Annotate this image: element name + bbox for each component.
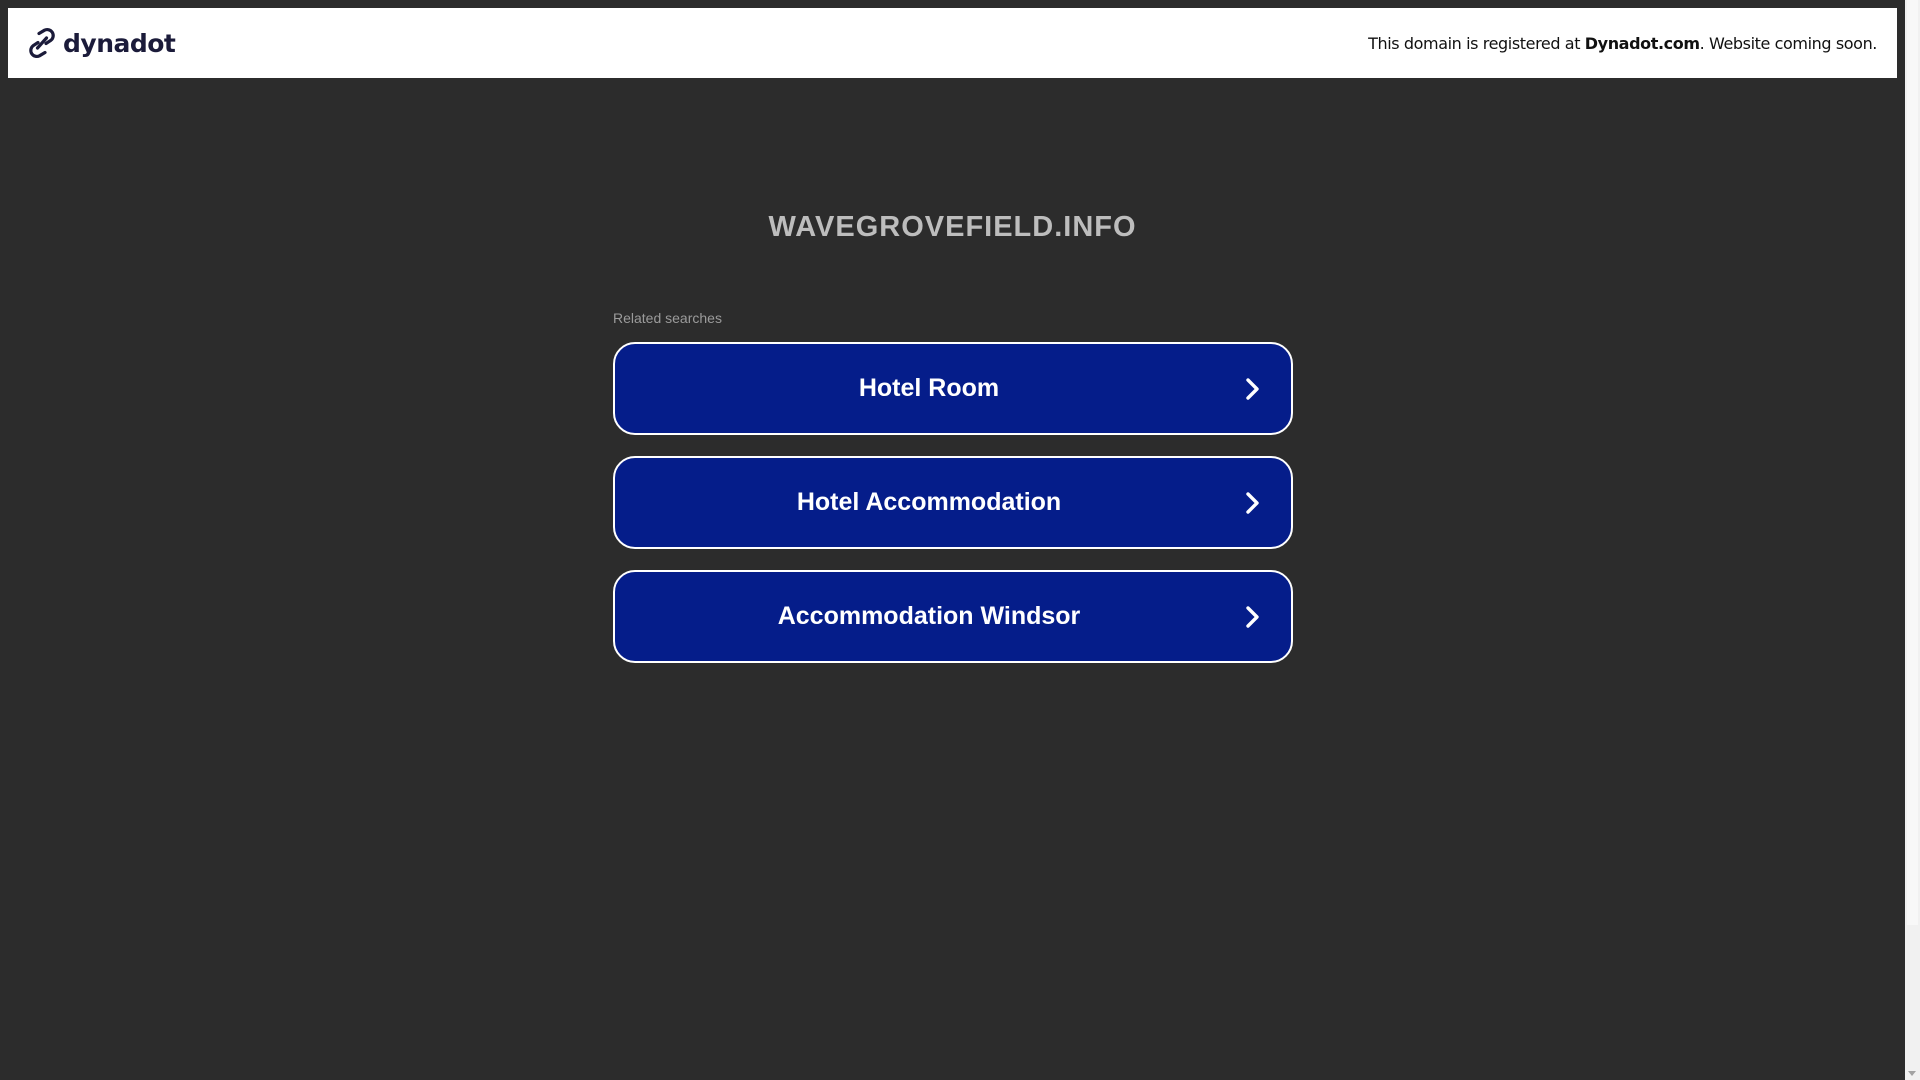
search-result-label: Hotel Accommodation <box>796 488 1062 516</box>
logo-text: dynadot <box>63 28 176 58</box>
search-result-hotel-accommodation[interactable]: Hotel Accommodation <box>613 456 1293 549</box>
top-banner: dynadot This domain is registered at Dyn… <box>8 8 1897 78</box>
dynadot-logo[interactable]: dynadot <box>27 27 176 59</box>
related-searches-list: Hotel Room Hotel Accommodation Accommoda… <box>613 342 1293 684</box>
chevron-right-icon <box>1245 605 1261 629</box>
dynadot-link[interactable]: Dynadot.com <box>1585 34 1700 53</box>
message-prefix: This domain is registered at <box>1368 33 1585 53</box>
vertical-scrollbar[interactable] <box>1905 0 1920 1080</box>
chevron-right-icon <box>1245 491 1261 515</box>
domain-title: WAVEGROVEFIELD.INFO <box>768 211 1137 243</box>
search-result-hotel-room[interactable]: Hotel Room <box>613 342 1293 435</box>
search-result-accommodation-windsor[interactable]: Accommodation Windsor <box>613 570 1293 663</box>
search-result-label: Accommodation Windsor <box>777 602 1081 630</box>
page: dynadot This domain is registered at Dyn… <box>0 0 1920 1080</box>
search-result-label: Hotel Room <box>858 374 1000 402</box>
registration-message: This domain is registered at Dynadot.com… <box>1368 34 1877 53</box>
scroll-down-arrow-icon[interactable] <box>1908 1071 1916 1076</box>
scrollbar-thumb[interactable] <box>1907 0 1918 925</box>
link-icon <box>27 27 57 59</box>
related-searches-label: Related searches <box>613 310 722 326</box>
message-suffix: . Website coming soon. <box>1699 33 1878 53</box>
chevron-right-icon <box>1245 377 1261 401</box>
